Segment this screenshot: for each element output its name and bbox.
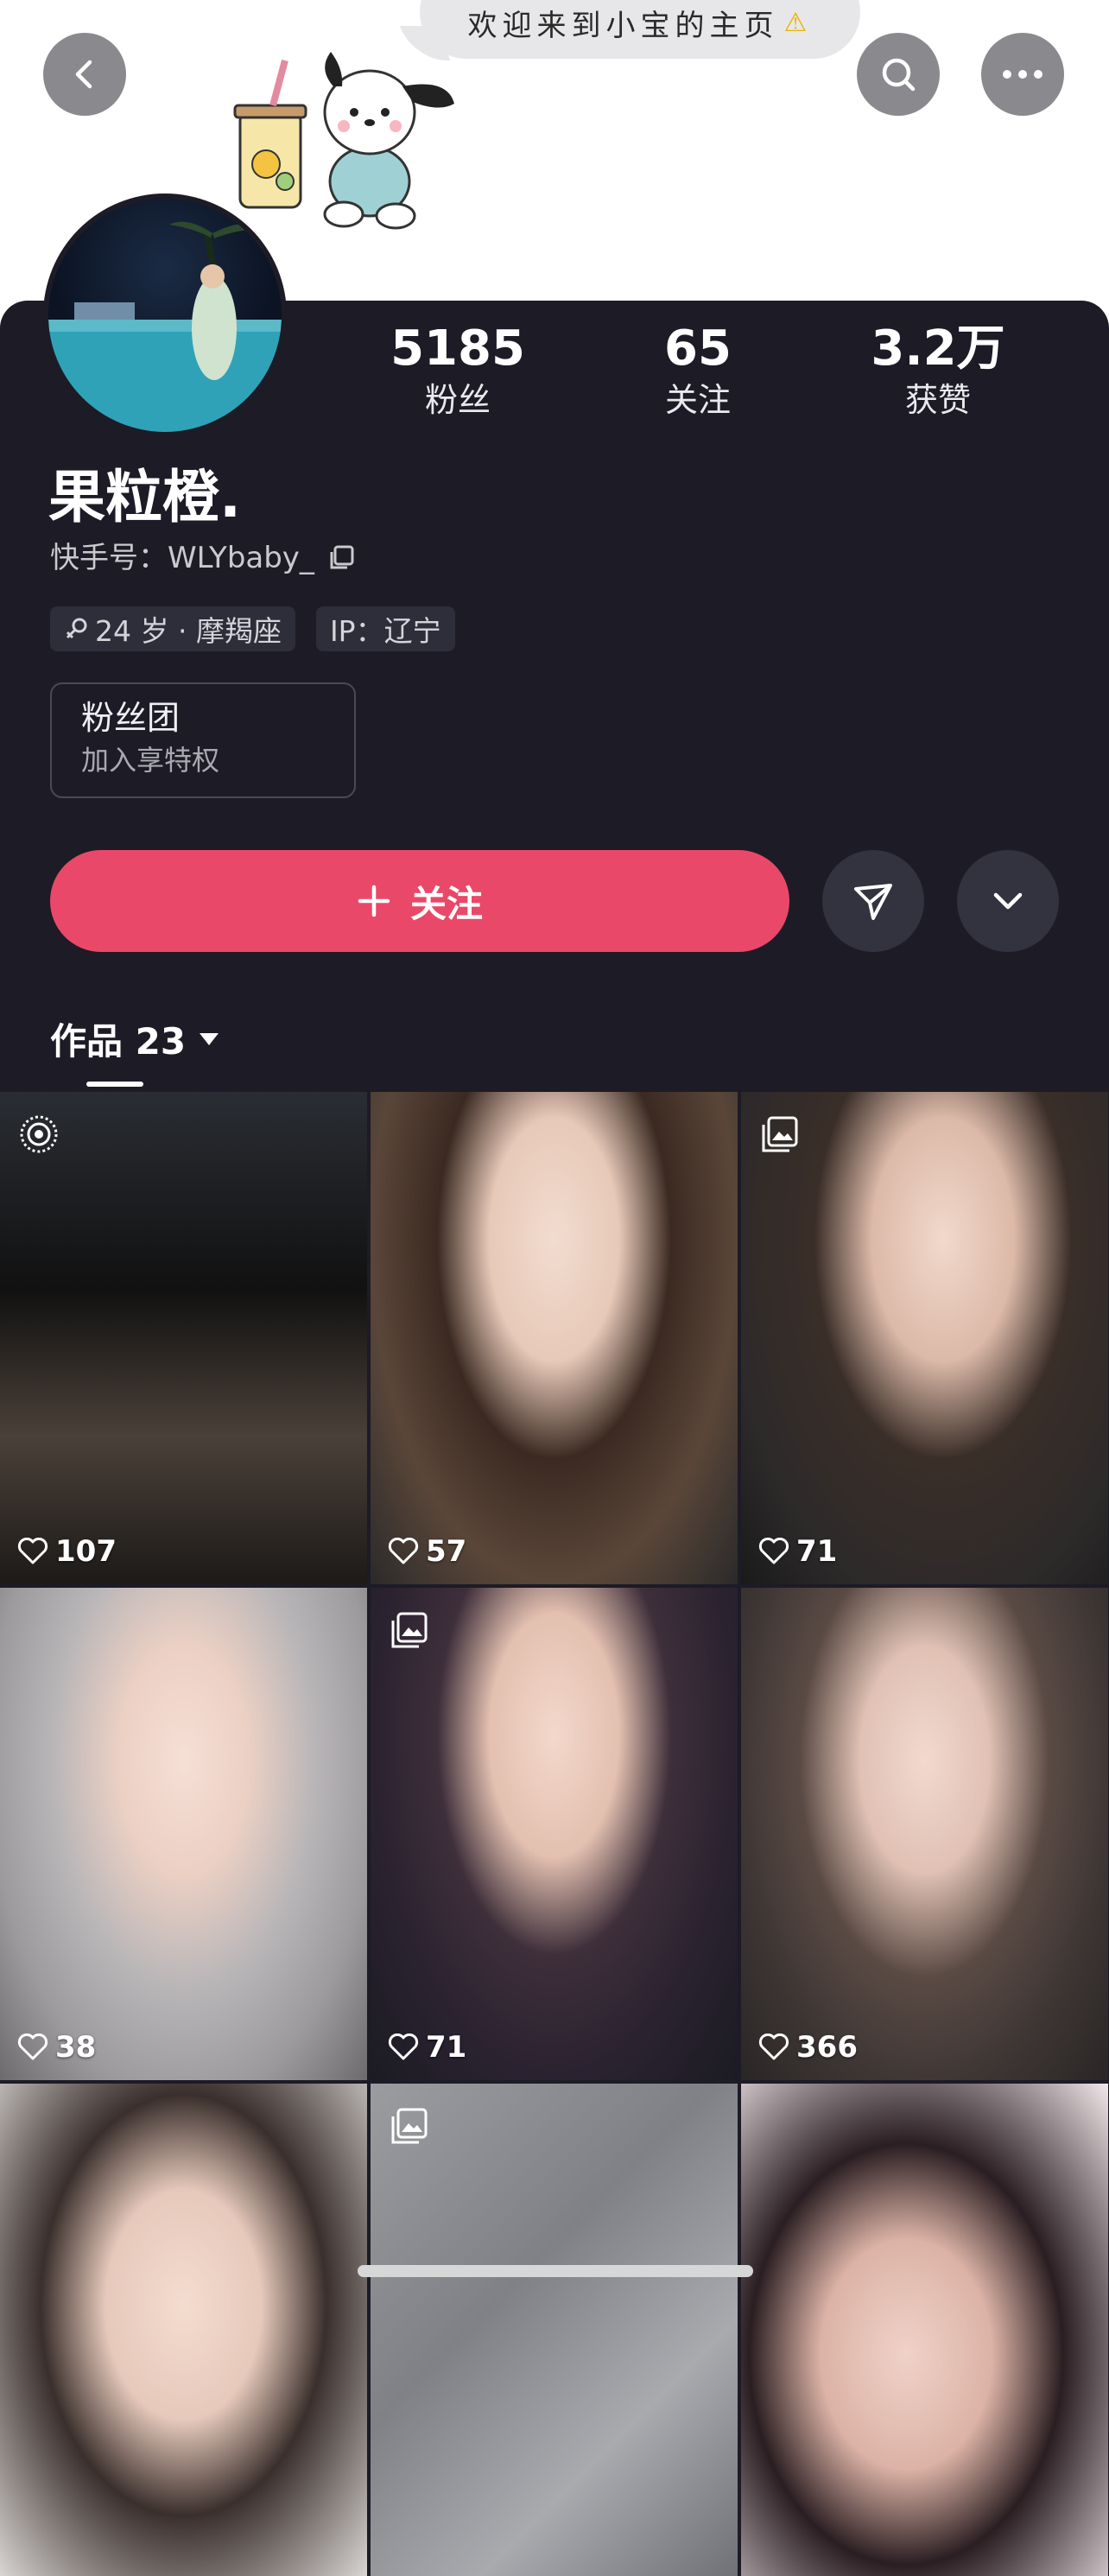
tab-works[interactable]: 作品 23 xyxy=(50,1012,220,1065)
stat-following[interactable]: 65 关注 xyxy=(603,320,793,422)
fan-club-button[interactable]: 粉丝团 加入享特权 xyxy=(50,682,356,798)
video-thumbnail[interactable]: 57 xyxy=(371,1092,738,1584)
female-icon xyxy=(66,618,87,639)
back-button[interactable] xyxy=(43,33,126,116)
video-thumbnail[interactable]: 366 xyxy=(741,1588,1108,2080)
stat-likes[interactable]: 3.2万 获赞 xyxy=(843,320,1033,422)
heart-icon xyxy=(388,2034,419,2060)
gallery-icon xyxy=(391,1612,428,1648)
video-thumbnail[interactable]: 107 xyxy=(0,1092,367,1584)
avatar[interactable] xyxy=(43,194,287,437)
like-count: 38 xyxy=(17,2030,96,2065)
heart-icon xyxy=(17,1538,48,1564)
heart-icon xyxy=(758,2034,789,2060)
expand-button[interactable] xyxy=(957,850,1059,952)
chevron-down-icon xyxy=(993,892,1023,910)
stat-label: 关注 xyxy=(664,381,731,419)
more-button[interactable] xyxy=(981,33,1064,116)
follow-label: 关注 xyxy=(409,882,483,925)
video-thumbnail[interactable] xyxy=(0,2084,367,2576)
message-button[interactable] xyxy=(822,850,924,952)
heart-icon xyxy=(758,1538,789,1564)
kuaishou-id-row: 快手号：WLYbaby_ xyxy=(50,539,356,577)
thumbnail-image xyxy=(371,1588,738,2080)
heart-icon xyxy=(388,1538,419,1564)
profile-name: 果粒橙. xyxy=(48,464,242,530)
thumbnail-image xyxy=(0,1588,367,2080)
like-count-value: 107 xyxy=(55,1534,117,1569)
stat-label: 获赞 xyxy=(904,381,971,419)
heart-icon xyxy=(17,2034,48,2060)
follow-button[interactable]: 关注 xyxy=(50,850,789,952)
stat-value: 5185 xyxy=(390,320,525,377)
thumbnail-image xyxy=(741,1092,1108,1584)
like-count: 366 xyxy=(758,2030,858,2065)
greeting-text: 欢迎来到小宝的主页 xyxy=(467,8,779,43)
fan-club-subtitle: 加入享特权 xyxy=(81,744,220,777)
avatar-photo xyxy=(48,199,282,432)
paper-plane-icon xyxy=(854,884,892,920)
stat-value: 65 xyxy=(664,320,732,377)
tab-works-label: 作品 23 xyxy=(50,1020,187,1063)
like-count: 71 xyxy=(388,2030,466,2065)
video-thumbnail[interactable]: 71 xyxy=(741,1092,1108,1584)
like-count: 57 xyxy=(388,1534,466,1569)
age-zodiac-tag: 24 岁 · 摩羯座 xyxy=(50,606,295,651)
home-indicator xyxy=(358,2265,753,2277)
copy-icon[interactable] xyxy=(326,543,356,573)
mascot-sticker xyxy=(233,52,454,230)
gallery-icon xyxy=(391,2108,428,2144)
like-count-value: 57 xyxy=(426,1534,467,1569)
live-photo-icon xyxy=(20,1115,58,1153)
like-count-value: 366 xyxy=(796,2030,858,2065)
tab-underline xyxy=(86,1082,143,1087)
video-thumbnail[interactable] xyxy=(741,2084,1108,2576)
thumbnail-image xyxy=(371,2084,738,2576)
video-thumbnail[interactable]: 71 xyxy=(371,1588,738,2080)
search-button[interactable] xyxy=(857,33,940,116)
like-count-value: 71 xyxy=(426,2030,467,2065)
video-thumbnail[interactable] xyxy=(371,2084,738,2576)
fan-club-title: 粉丝团 xyxy=(81,699,181,737)
like-count: 107 xyxy=(17,1534,117,1569)
like-count-value: 71 xyxy=(796,1534,838,1569)
like-count: 71 xyxy=(758,1534,837,1569)
greeting-bubble: 欢迎来到小宝的主页 ⚠ xyxy=(420,0,860,59)
like-count-value: 38 xyxy=(55,2030,97,2065)
plus-icon xyxy=(358,885,390,917)
thumbnail-image xyxy=(741,1588,1108,2080)
gallery-icon xyxy=(762,1116,798,1152)
profile-tags: 24 岁 · 摩羯座 IP：辽宁 xyxy=(50,606,455,651)
chevron-left-icon xyxy=(75,60,92,89)
warning-icon: ⚠ xyxy=(783,7,813,38)
more-dots-icon xyxy=(1003,70,1042,79)
ip-location-tag: IP：辽宁 xyxy=(315,606,455,651)
video-thumbnail[interactable]: 38 xyxy=(0,1588,367,2080)
search-icon xyxy=(882,58,916,92)
stat-value: 3.2万 xyxy=(871,320,1005,377)
thumbnail-image xyxy=(741,2084,1108,2576)
stat-label: 粉丝 xyxy=(424,381,491,419)
thumbnail-image xyxy=(371,1092,738,1584)
caret-down-icon xyxy=(200,1032,219,1045)
ip-location-text: IP：辽宁 xyxy=(329,614,441,648)
age-zodiac-text: 24 岁 · 摩羯座 xyxy=(95,614,282,648)
thumbnail-image xyxy=(0,2084,367,2576)
kuaishou-id: 快手号：WLYbaby_ xyxy=(50,541,314,575)
thumbnail-image xyxy=(0,1092,367,1584)
stat-fans[interactable]: 5185 粉丝 xyxy=(363,320,553,422)
